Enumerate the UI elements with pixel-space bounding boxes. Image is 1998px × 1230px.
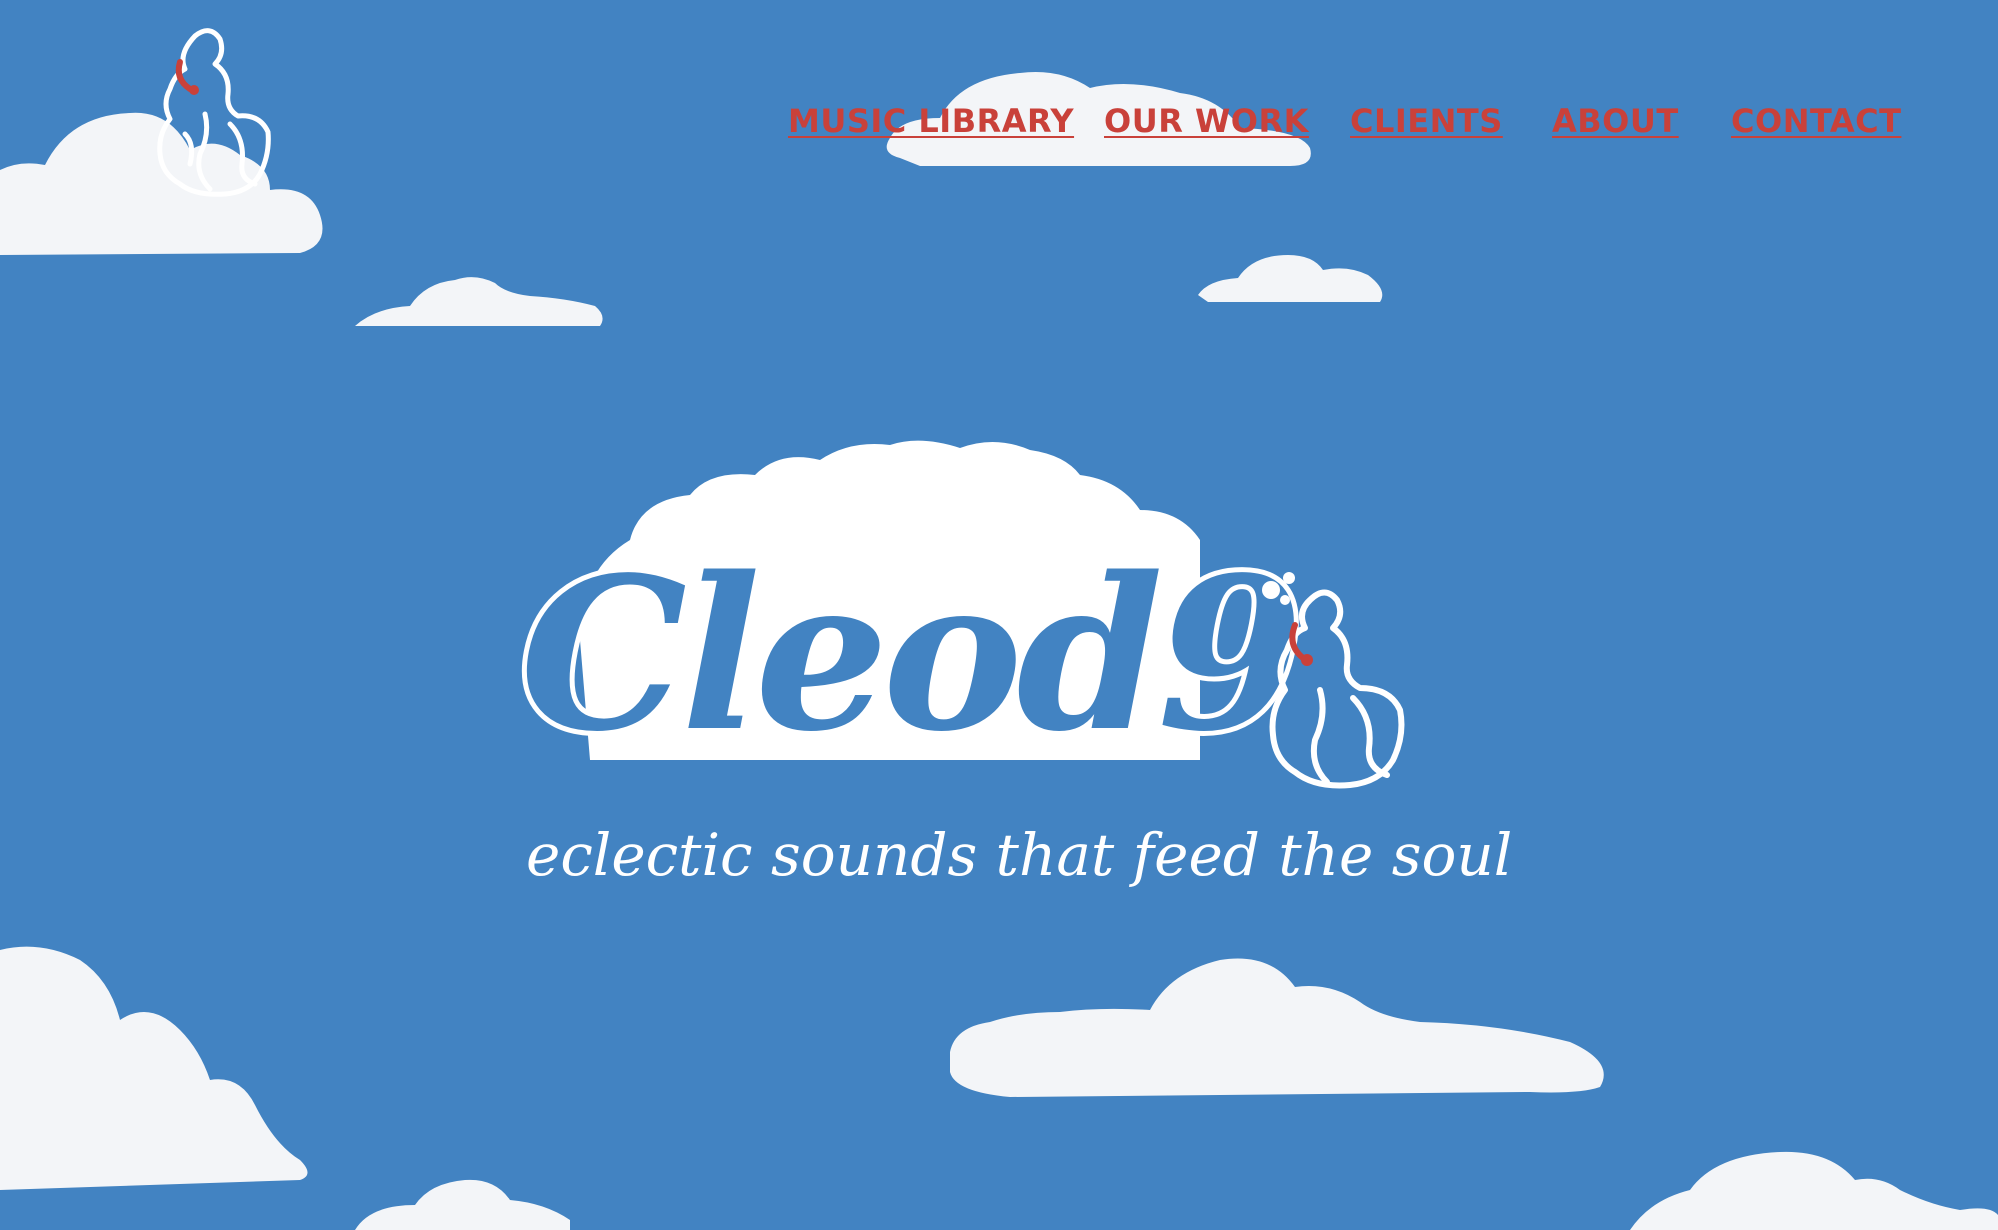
nav-item-clients[interactable]: CLIENTS — [1350, 102, 1503, 140]
cloud-bottom-small — [355, 1175, 575, 1230]
listener-with-headphones-icon — [1262, 572, 1405, 789]
page: MUSIC LIBRARY OUR WORK CLIENTS ABOUT CON… — [0, 0, 1998, 1230]
tagline: eclectic sounds that feed the soul — [526, 821, 1513, 889]
hero-logo: Cleod9 eclectic sounds that feed the sou… — [515, 440, 1512, 910]
nav-item-our-work[interactable]: OUR WORK — [1104, 102, 1309, 140]
listener-on-cloud-logo[interactable] — [150, 24, 300, 224]
cloud-bottom-left — [0, 940, 315, 1190]
cloud-small-right — [1198, 250, 1386, 306]
nav-item-contact[interactable]: CONTACT — [1731, 102, 1901, 140]
cloud-bottom-center — [950, 952, 1610, 1102]
cloud-small-left — [355, 268, 605, 330]
cloud-bottom-right — [1630, 1150, 1998, 1230]
nav-item-music-library[interactable]: MUSIC LIBRARY — [788, 102, 1074, 140]
brand-name: Cleod9 — [515, 531, 1309, 778]
nav-item-about[interactable]: ABOUT — [1552, 102, 1679, 140]
